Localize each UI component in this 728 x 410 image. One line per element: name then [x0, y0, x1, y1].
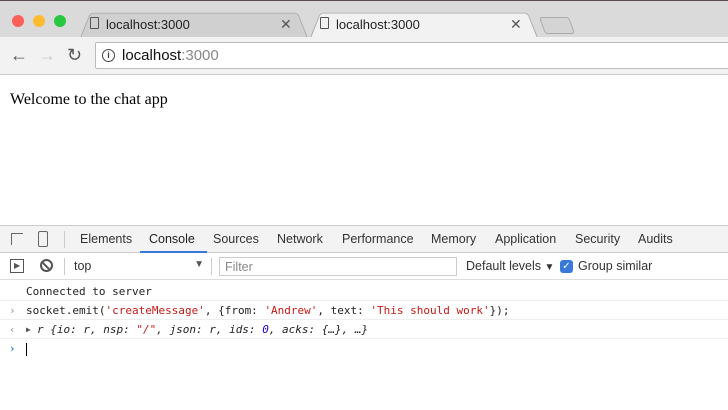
- close-window-button[interactable]: [12, 15, 24, 27]
- tab-network[interactable]: Network: [277, 232, 323, 246]
- expand-triangle-icon[interactable]: ▶: [26, 320, 31, 339]
- text-cursor: [26, 342, 27, 356]
- new-tab-button[interactable]: [538, 17, 576, 34]
- minimize-window-button[interactable]: [33, 15, 45, 27]
- input-chevron-icon: ›: [9, 304, 16, 317]
- tab-memory[interactable]: Memory: [431, 232, 476, 246]
- dropdown-arrow-icon: ▼: [194, 259, 204, 270]
- tab-console[interactable]: Console: [149, 232, 195, 246]
- console-input-echo: › socket.emit('createMessage', {from: 'A…: [0, 301, 728, 320]
- address-bar[interactable]: i localhost:3000: [95, 42, 728, 69]
- clear-console-icon[interactable]: [40, 259, 53, 272]
- string: 'createMessage': [105, 304, 205, 317]
- code: r {io: r, nsp:: [37, 323, 137, 336]
- page-content: Welcome to the chat app: [0, 76, 728, 225]
- console-toolbar: ▶ top ▼ Filter Default levels ▼ ✓ Group s…: [0, 253, 728, 280]
- tab-performance[interactable]: Performance: [342, 232, 414, 246]
- console-prompt[interactable]: ›: [0, 339, 728, 358]
- tab-title: localhost:3000: [336, 16, 420, 32]
- close-tab-icon[interactable]: ✕: [510, 16, 522, 33]
- result-chevron-icon: ‹: [9, 323, 16, 336]
- string: 'Andrew': [264, 304, 318, 317]
- tab-elements[interactable]: Elements: [80, 232, 132, 246]
- address-host: localhost: [122, 47, 182, 64]
- welcome-text: Welcome to the chat app: [10, 91, 168, 108]
- context-selector[interactable]: top ▼: [74, 259, 204, 273]
- info-icon[interactable]: i: [102, 49, 115, 62]
- console-result[interactable]: ‹ ▶ r {io: r, nsp: "/", json: r, ids: 0,…: [0, 320, 728, 339]
- devtools-tabbar: Elements Console Sources Network Perform…: [0, 225, 728, 253]
- document-icon: [90, 17, 99, 29]
- browser-tab-active[interactable]: localhost:3000 ✕: [310, 10, 538, 38]
- code: socket.emit(: [26, 304, 106, 317]
- dropdown-arrow-icon: ▼: [544, 262, 555, 273]
- levels-dropdown[interactable]: Default levels ▼: [466, 259, 554, 273]
- tab-application[interactable]: Application: [495, 232, 556, 246]
- browser-toolbar: ← → ↻ i localhost:3000: [0, 37, 728, 75]
- code: });: [489, 304, 510, 317]
- tab-sources[interactable]: Sources: [213, 232, 259, 246]
- show-sidebar-icon[interactable]: ▶: [10, 259, 24, 273]
- close-tab-icon[interactable]: ✕: [280, 16, 292, 33]
- tab-title: localhost:3000: [106, 16, 190, 32]
- context-value: top: [74, 259, 92, 273]
- tab-security[interactable]: Security: [575, 232, 620, 246]
- document-icon: [320, 17, 329, 29]
- back-icon[interactable]: ←: [10, 45, 28, 66]
- string: 'This should work': [370, 304, 490, 317]
- device-toolbar-icon[interactable]: [38, 231, 48, 247]
- divider: [64, 258, 65, 275]
- group-similar-label: Group similar: [578, 259, 653, 273]
- inspect-element-icon[interactable]: [11, 233, 23, 245]
- divider: [64, 231, 65, 248]
- tab-strip: localhost:3000 ✕ localhost:3000 ✕: [0, 0, 728, 38]
- filter-placeholder: Filter: [225, 260, 253, 274]
- maximize-window-button[interactable]: [54, 15, 66, 27]
- forward-icon[interactable]: →: [38, 45, 56, 66]
- address-port: :3000: [181, 47, 219, 64]
- group-similar-checkbox[interactable]: ✓: [560, 260, 573, 273]
- reload-icon[interactable]: ↻: [67, 45, 82, 66]
- code: , acks: {…}, …}: [268, 323, 369, 336]
- log-text: Connected to server: [26, 285, 152, 298]
- code: , text:: [317, 304, 371, 317]
- levels-label: Default levels: [466, 259, 542, 273]
- tab-audits[interactable]: Audits: [638, 232, 673, 246]
- code: , {from:: [204, 304, 265, 317]
- browser-tab[interactable]: localhost:3000 ✕: [80, 10, 308, 38]
- console-log-message: Connected to server: [0, 282, 728, 301]
- filter-input[interactable]: Filter: [219, 257, 457, 276]
- divider: [211, 258, 212, 275]
- string: "/": [136, 323, 157, 336]
- code: , json: r, ids:: [156, 323, 263, 336]
- number: 0: [262, 323, 269, 336]
- prompt-chevron-icon: ›: [9, 342, 16, 355]
